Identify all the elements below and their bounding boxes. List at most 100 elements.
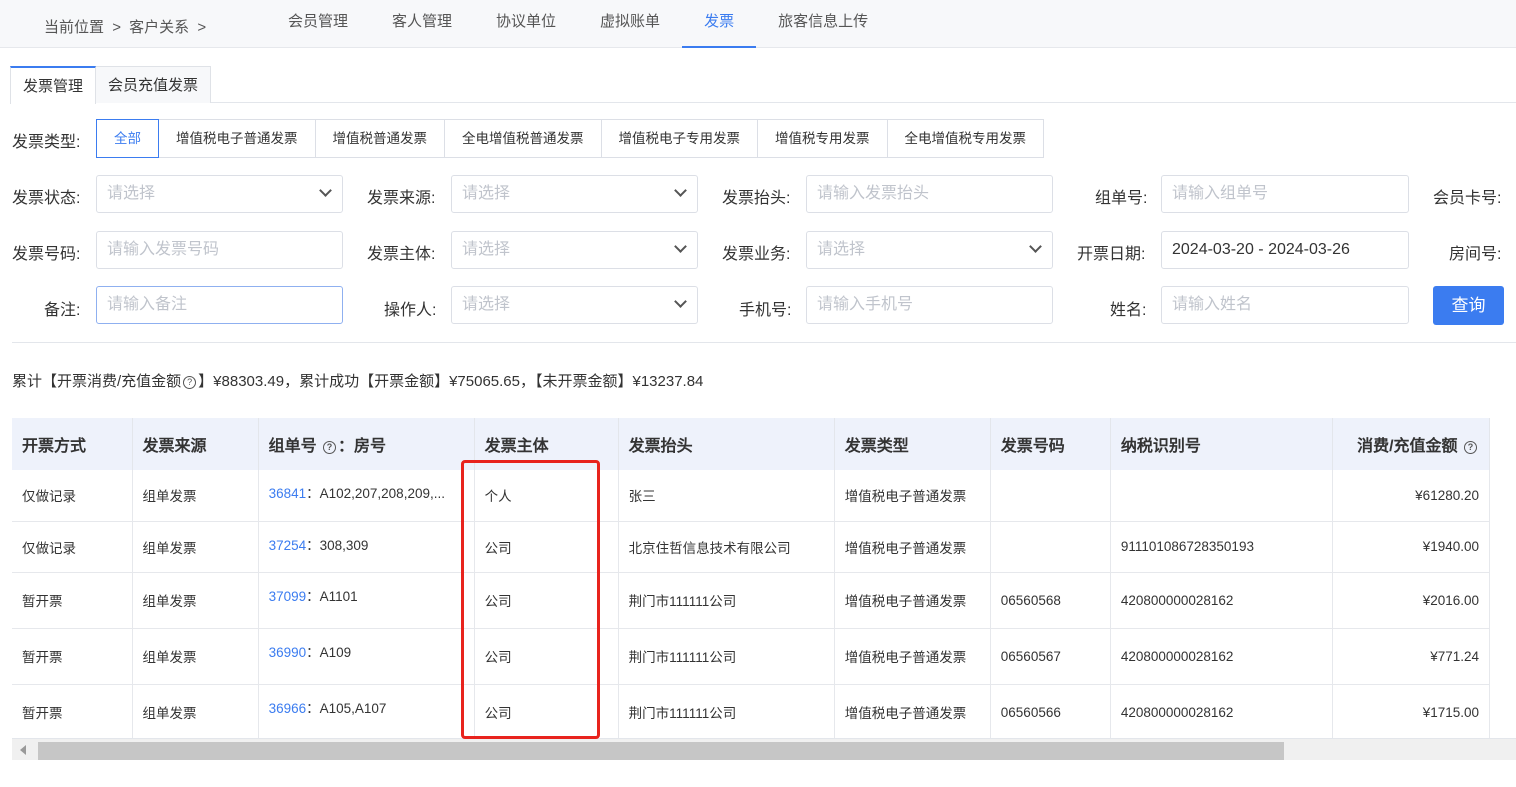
breadcrumb-item[interactable]: 客户关系 [129,19,189,36]
group-link[interactable]: 36990 [269,645,307,660]
table-row[interactable]: 仅做记录 组单发票 37254：308,309 公司 北京住哲信息技术有限公司 … [12,521,1491,573]
group-link[interactable]: 37254 [269,538,307,553]
query-button[interactable]: 查询 [1433,286,1504,325]
invoice-table: 开票方式 发票来源 组单号 ? ：房号 发票主体 发票抬头 发票类型 发票号码 纳… [12,418,1516,760]
name-input[interactable]: 请输入姓名 [1161,286,1409,324]
question-circle-icon[interactable]: ? [323,441,337,454]
cell-amount: ¥61280.20 [1332,470,1491,522]
business-select[interactable]: 请选择 [806,231,1053,269]
cell-source: 组单发票 [132,521,259,573]
date-range-input[interactable]: 2024-03-20 - 2024-03-26 [1161,231,1409,269]
summary-part2: 】¥88303.49，累计成功【开票金额】¥75065.65，【未开票金额】¥1… [198,373,704,390]
col-header-room-label: ：房号 [338,438,387,455]
cell-entity: 公司 [474,628,619,685]
cell-method: 仅做记录 [12,470,133,522]
table-row[interactable]: 暂开票 组单发票 36966：A105,A107 公司 荆门市111111公司 … [12,684,1491,741]
cell-rooms: ：A105,A107 [306,700,387,716]
tab-agreement-units[interactable]: 协议单位 [474,0,578,48]
cell-group: 37254：308,309 [258,521,475,573]
cell-group: 36990：A109 [258,628,475,685]
cell-rooms: ：A102,207,208,209,... [306,486,445,501]
remark-input[interactable]: 请输入备注 [96,286,343,324]
nav-tabs: 会员管理 客人管理 协议单位 虚拟账单 发票 旅客信息上传 [266,0,890,48]
type-option-vat-special[interactable]: 增值税专用发票 [758,119,888,158]
source-label: 发票来源: [367,190,436,207]
cell-amount: ¥1715.00 [1332,684,1491,741]
cell-rooms: ：308,309 [306,537,369,553]
table-row[interactable]: 暂开票 组单发票 36990：A109 公司 荆门市111111公司 增值税电子… [12,628,1491,685]
phone-input[interactable]: 请输入手机号 [806,286,1053,324]
scroll-thumb[interactable] [38,742,1284,760]
cell-entity: 公司 [474,684,619,741]
table-row[interactable]: 暂开票 组单发票 37099：A1101 公司 荆门市111111公司 增值税电… [12,572,1491,629]
cell-rooms: ：A1101 [306,588,358,604]
subtab-member-recharge-invoice[interactable]: 会员充值发票 [96,66,212,103]
cell-tax-id: 420800000028162 [1110,572,1333,629]
header-input[interactable]: 请输入发票抬头 [806,175,1053,213]
cell-title: 荆门市111111公司 [618,684,835,741]
cell-method: 暂开票 [12,572,133,629]
table-header-row: 开票方式 发票来源 组单号 ? ：房号 发票主体 发票抬头 发票类型 发票号码 纳… [12,418,1491,470]
cell-method: 暂开票 [12,628,133,685]
tab-guest-management[interactable]: 客人管理 [370,0,474,48]
cell-group: 37099：A1101 [258,572,475,629]
cell-method: 仅做记录 [12,521,133,573]
cell-entity: 个人 [474,470,619,522]
type-option-full-e-vat-normal[interactable]: 全电增值税普通发票 [445,119,602,158]
cell-title: 荆门市111111公司 [618,572,835,629]
group-link[interactable]: 36966 [269,701,307,716]
chevron-down-icon [319,184,332,197]
cell-type: 增值税电子普通发票 [834,628,991,685]
table-row[interactable]: 仅做记录 组单发票 36841：A102,207,208,209,... 个人 … [12,470,1491,522]
horizontal-scrollbar[interactable] [12,738,1516,760]
status-label: 发票状态: [12,190,81,207]
cell-title: 荆门市111111公司 [618,628,835,685]
cell-method: 暂开票 [12,684,133,741]
group-input[interactable]: 请输入组单号 [1161,175,1409,213]
name-label: 姓名: [1110,302,1147,319]
type-option-all[interactable]: 全部 [96,119,159,158]
question-circle-icon[interactable]: ? [183,376,197,389]
tab-virtual-bills[interactable]: 虚拟账单 [578,0,682,48]
operator-select[interactable]: 请选择 [451,286,698,324]
business-placeholder: 请选择 [817,241,866,258]
group-label: 组单号: [1095,190,1148,207]
tab-invoice[interactable]: 发票 [682,0,757,48]
group-link[interactable]: 36841 [269,486,307,501]
col-header-group-label: 组单号 [268,438,317,455]
col-header-tax-id: 纳税识别号 [1110,418,1333,470]
status-select[interactable]: 请选择 [96,175,343,213]
scroll-left-arrow-icon[interactable] [20,745,26,755]
type-option-vat-normal[interactable]: 增值税普通发票 [315,119,445,158]
type-option-vat-e-special[interactable]: 增值税电子专用发票 [601,119,758,158]
phone-label: 手机号: [739,302,792,319]
cell-type: 增值税电子普通发票 [834,684,991,741]
type-option-vat-e-normal[interactable]: 增值税电子普通发票 [159,119,316,158]
cell-tax-id: 420800000028162 [1110,684,1333,741]
cell-source: 组单发票 [132,628,259,685]
cell-number [990,521,1111,573]
source-select[interactable]: 请选择 [451,175,698,213]
breadcrumb-separator: > [197,19,207,36]
date-label: 开票日期: [1077,246,1146,263]
cell-type: 增值税电子普通发票 [834,572,991,629]
cell-amount: ¥1940.00 [1332,521,1491,573]
cell-group: 36966：A105,A107 [258,684,475,741]
col-header-type: 发票类型 [834,418,991,470]
cell-number [990,470,1111,522]
breadcrumb-prefix: 当前位置 [44,19,105,36]
entity-select[interactable]: 请选择 [451,231,698,269]
tab-member-management[interactable]: 会员管理 [266,0,370,48]
cell-number: 06560566 [990,684,1111,741]
type-option-full-e-vat-special[interactable]: 全电增值税专用发票 [887,119,1044,158]
tab-guest-info-upload[interactable]: 旅客信息上传 [756,0,890,48]
cell-source: 组单发票 [132,684,259,741]
subtab-invoice-management[interactable]: 发票管理 [10,66,97,104]
group-link[interactable]: 37099 [269,589,307,604]
operator-label: 操作人: [384,302,437,319]
invoice-type-label: 发票类型: [12,134,81,151]
top-nav: 当前位置 > 客户关系 > 会员管理 客人管理 协议单位 虚拟账单 发票 旅客信… [0,0,1516,48]
number-input[interactable]: 请输入发票号码 [96,231,343,269]
question-circle-icon[interactable]: ? [1464,441,1477,454]
cell-group: 36841：A102,207,208,209,... [258,470,475,522]
